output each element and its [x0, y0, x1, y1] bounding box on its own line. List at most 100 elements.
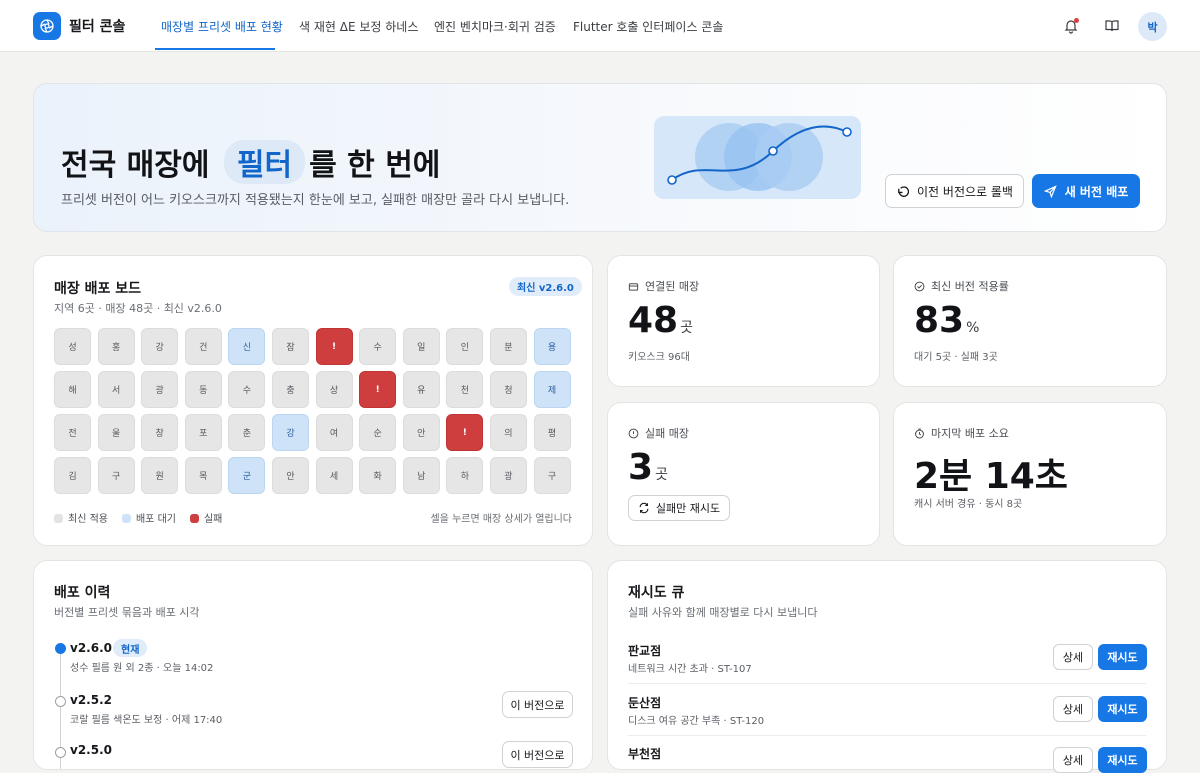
- store-cell-applied[interactable]: 충: [271, 371, 309, 408]
- tab-engine-benchmark[interactable]: 엔진 벤치마크·회귀 검증: [434, 18, 556, 35]
- hero-illustration: [654, 116, 861, 199]
- store-cell-applied[interactable]: 천: [446, 371, 484, 408]
- legend-failed-label: 실패: [203, 514, 223, 525]
- store-cell-applied[interactable]: 화: [359, 457, 397, 494]
- legend-pending: 배포 대기: [121, 510, 176, 525]
- store-cell-applied[interactable]: 수: [228, 371, 266, 408]
- rollback-button-label: 이전 버전으로 롤백: [917, 184, 1013, 199]
- legend-applied-label: 최신 적용: [68, 514, 108, 525]
- store-cell-applied[interactable]: 잠: [271, 328, 309, 365]
- queue-detail-button[interactable]: 상세: [1053, 696, 1093, 722]
- send-icon: [1043, 184, 1057, 198]
- store-cell-applied[interactable]: 목: [184, 457, 222, 494]
- restore-version-button[interactable]: 이 버전으로: [502, 741, 573, 768]
- legend-failed: 실패: [189, 510, 223, 525]
- store-cell-applied[interactable]: 성: [54, 328, 91, 365]
- store-cell-applied[interactable]: 안: [402, 414, 440, 451]
- queue-detail-button[interactable]: 상세: [1053, 644, 1093, 670]
- tab-store-deploy-status[interactable]: 매장별 프리셋 배포 현황: [161, 18, 283, 35]
- stat-adoption-value: 83%: [914, 300, 979, 341]
- tab-flutter-console[interactable]: Flutter 호출 인터페이스 콘솔: [573, 18, 723, 35]
- undo-icon: [898, 185, 910, 197]
- store-cell-applied[interactable]: 광: [141, 371, 179, 408]
- store-cell-applied[interactable]: 포: [184, 414, 222, 451]
- store-cell-applied[interactable]: 울: [97, 414, 135, 451]
- store-cell-applied[interactable]: 강: [141, 328, 179, 365]
- queue-detail-button[interactable]: 상세: [1053, 747, 1093, 773]
- store-cell-applied[interactable]: 김: [54, 457, 91, 494]
- store-cell-pending[interactable]: 신: [228, 328, 266, 365]
- store-cell-applied[interactable]: 일: [402, 328, 440, 365]
- queue-retry-button[interactable]: 재시도: [1098, 644, 1147, 670]
- store-cell-applied[interactable]: 청: [489, 371, 527, 408]
- avatar[interactable]: 박: [1138, 12, 1167, 41]
- current-badge: 현재: [113, 639, 148, 657]
- store-cell-applied[interactable]: 건: [184, 328, 222, 365]
- queue-reason: 디스크 여유 공간 부족 · ST-120: [628, 716, 765, 727]
- stat-failed-value: 3곳: [628, 447, 668, 488]
- store-cell-pending[interactable]: 용: [533, 328, 571, 365]
- store-cell-applied[interactable]: 춘: [228, 414, 266, 451]
- bell-icon[interactable]: [1062, 17, 1080, 35]
- active-tab-indicator: [155, 48, 275, 50]
- history-version: v2.5.0: [70, 743, 112, 757]
- store-cell-applied[interactable]: 구: [97, 457, 135, 494]
- store-cell-pending[interactable]: 제: [533, 371, 571, 408]
- store-cell-applied[interactable]: 여: [315, 414, 353, 451]
- queue-store-name: 판교점: [628, 644, 662, 658]
- store-cell-applied[interactable]: 동: [184, 371, 222, 408]
- stat-duration-label-text: 마지막 배포 소요: [931, 427, 1009, 440]
- stat-connected-value: 48 곳: [628, 300, 693, 341]
- stat-failed-number: 3: [628, 447, 654, 488]
- store-cell-pending[interactable]: 군: [228, 457, 266, 494]
- book-icon[interactable]: [1103, 17, 1121, 35]
- store-cell-failed[interactable]: !: [446, 414, 484, 451]
- store-cell-applied[interactable]: 전: [54, 414, 91, 451]
- store-cell-failed[interactable]: !: [315, 328, 353, 365]
- stat-duration-value: 2분 14초: [914, 456, 1068, 497]
- app-logo-icon[interactable]: [33, 12, 61, 40]
- stat-adoption-label-text: 최신 버전 적용률: [931, 280, 1009, 293]
- retry-failed-only-button[interactable]: 실패만 재시도: [628, 495, 730, 521]
- store-cell-applied[interactable]: 상: [315, 371, 353, 408]
- store-cell-applied[interactable]: 순: [359, 414, 397, 451]
- latest-version-badge: 최신 v2.6.0: [509, 277, 582, 296]
- store-cell-applied[interactable]: 의: [489, 414, 527, 451]
- store-cell-failed[interactable]: !: [359, 371, 397, 408]
- check-circle-icon: [914, 281, 925, 291]
- store-cell-applied[interactable]: 원: [141, 457, 179, 494]
- timeline-dot: [55, 696, 66, 707]
- queue-retry-button[interactable]: 재시도: [1098, 696, 1147, 722]
- store-cell-applied[interactable]: 세: [315, 457, 353, 494]
- stat-duration-label: 마지막 배포 소요: [914, 425, 1009, 441]
- stat-connected-label-text: 연결된 매장: [645, 280, 700, 293]
- restore-version-button[interactable]: 이 버전으로: [502, 691, 573, 718]
- store-cell-applied[interactable]: 남: [402, 457, 440, 494]
- store-cell-applied[interactable]: 창: [141, 414, 179, 451]
- stat-card-failed: 실패 매장 3곳 실패만 재시도: [607, 402, 880, 546]
- store-cell-applied[interactable]: 광: [489, 457, 527, 494]
- queue-retry-button[interactable]: 재시도: [1098, 747, 1147, 773]
- store-cell-applied[interactable]: 하: [446, 457, 484, 494]
- store-cell-applied[interactable]: 안: [271, 457, 309, 494]
- store-cell-applied[interactable]: 해: [54, 371, 91, 408]
- store-cell-applied[interactable]: 인: [446, 328, 484, 365]
- tab-color-delta-e-harness[interactable]: 색 재현 ΔE 보정 하네스: [299, 18, 418, 35]
- hero-title-highlight: 필터: [223, 140, 306, 184]
- retry-queue: 재시도 큐 실패 사유와 함께 매장별로 다시 보냅니다 판교점 네트워크 시간…: [607, 560, 1167, 773]
- store-cell-applied[interactable]: 유: [402, 371, 440, 408]
- store-cell-applied[interactable]: 홍: [97, 328, 135, 365]
- rollback-button[interactable]: 이전 버전으로 롤백: [885, 174, 1024, 208]
- store-cell-applied[interactable]: 서: [97, 371, 135, 408]
- store-cell-pending[interactable]: 강: [271, 414, 309, 451]
- store-cell-applied[interactable]: 구: [533, 457, 571, 494]
- store-cell-applied[interactable]: 수: [359, 328, 397, 365]
- stat-adoption-number: 83: [914, 300, 965, 341]
- deploy-new-version-button[interactable]: 새 버전 배포: [1032, 174, 1140, 208]
- store-cell-applied[interactable]: 분: [489, 328, 527, 365]
- queue-title: 재시도 큐: [628, 585, 685, 601]
- store-cell-applied[interactable]: 평: [533, 414, 571, 451]
- queue-reason: 네트워크 시간 초과 · ST-107: [628, 664, 752, 675]
- history-title: 배포 이력: [54, 585, 111, 601]
- stat-adoption-label: 최신 버전 적용률: [914, 278, 1009, 294]
